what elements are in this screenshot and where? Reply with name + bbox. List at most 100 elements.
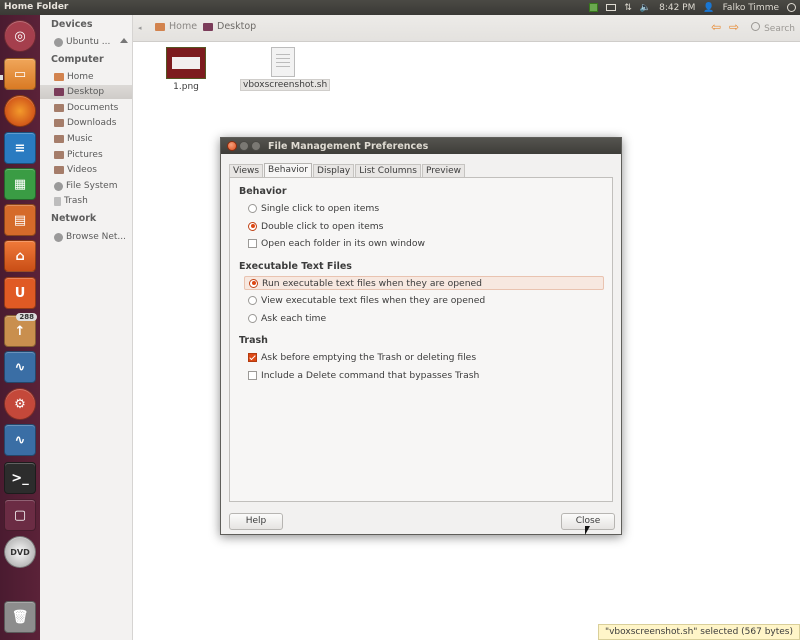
file-vboxscreenshot-sh[interactable]: vboxscreenshot.sh [240, 47, 331, 91]
update-notifier-icon[interactable] [589, 3, 599, 12]
minimize-window-icon[interactable] [239, 141, 249, 151]
mail-icon[interactable] [606, 4, 617, 11]
maximize-window-icon[interactable] [251, 141, 261, 151]
sidebar-item-label: Home [67, 72, 94, 82]
sidebar-item-videos[interactable]: Videos [54, 163, 132, 177]
run-executable-option[interactable]: Run executable text files when they are … [244, 276, 604, 290]
double-click-option[interactable]: Double click to open items [248, 219, 383, 233]
network-icon[interactable]: ⇅ [624, 3, 632, 13]
dialog-titlebar[interactable]: File Management Preferences [221, 138, 621, 154]
option-label: Run executable text files when they are … [262, 277, 483, 289]
checkbox[interactable] [248, 370, 257, 380]
user-name[interactable]: Falko Timme [723, 3, 779, 13]
libreoffice-writer-icon[interactable]: ≡ [4, 132, 36, 164]
behavior-panel: Behavior Single click to open items Doub… [229, 177, 613, 502]
system-monitor-icon[interactable]: ∿ [4, 351, 36, 383]
drive-icon [54, 37, 63, 47]
executable-heading: Executable Text Files [239, 261, 352, 272]
system-monitor-2-icon[interactable]: ∿ [4, 424, 36, 456]
devices-heading: Devices [51, 19, 93, 30]
sidebar-item-browse-network[interactable]: Browse Net... [54, 230, 132, 244]
sidebar-item-label: Videos [67, 165, 97, 175]
option-label: Open each folder in its own window [261, 237, 426, 249]
back-arrow-icon[interactable]: ⇦ [711, 20, 721, 34]
pictures-folder-icon [54, 151, 64, 159]
network-heading: Network [51, 213, 97, 224]
location-bar: ◂ Home Desktop ⇦ ⇨ Search [133, 15, 800, 42]
downloads-folder-icon [54, 119, 64, 127]
search-button[interactable]: Search [751, 22, 795, 34]
checkbox[interactable] [248, 238, 257, 248]
ask-before-emptying-option[interactable]: Ask before emptying the Trash or deletin… [248, 350, 476, 364]
dash-home-icon[interactable]: ◎ [4, 20, 36, 52]
sidebar-item-documents[interactable]: Documents [54, 101, 132, 115]
tab-list-columns[interactable]: List Columns [355, 164, 421, 178]
terminal-icon[interactable]: >_ [4, 462, 36, 494]
software-center-icon[interactable]: ⌂ [4, 240, 36, 272]
launcher: ◎ ▭ ≡ ▦ ▤ ⌂ U 288 ↑ ∿ ⚙ ∿ >_ ▢ DVD 🗑 [0, 15, 40, 640]
sidebar-item-desktop[interactable]: Desktop [40, 85, 132, 99]
radio-button[interactable] [248, 313, 257, 323]
trash-icon[interactable]: 🗑 [4, 601, 36, 633]
system-settings-icon[interactable]: ⚙ [4, 388, 36, 420]
sidebar-toggle-icon[interactable]: ◂ [138, 24, 142, 32]
sidebar-item-label: Ubuntu ... [66, 37, 111, 47]
clock[interactable]: 8:42 PM [659, 3, 695, 13]
trash-small-icon [54, 196, 61, 206]
file-name: vboxscreenshot.sh [240, 79, 331, 91]
behavior-heading: Behavior [239, 186, 287, 197]
documents-folder-icon [54, 104, 64, 112]
sidebar-item-downloads[interactable]: Downloads [54, 116, 132, 130]
radio-button-selected[interactable] [249, 278, 258, 288]
libreoffice-impress-icon[interactable]: ▤ [4, 204, 36, 236]
breadcrumb-home[interactable]: Home [155, 21, 197, 32]
sidebar-item-pictures[interactable]: Pictures [54, 148, 132, 162]
tab-preview[interactable]: Preview [421, 164, 465, 178]
update-manager-icon[interactable]: 288 ↑ [4, 313, 37, 347]
option-label: Double click to open items [261, 220, 384, 232]
libreoffice-calc-icon[interactable]: ▦ [4, 168, 36, 200]
view-executable-option[interactable]: View executable text files when they are… [248, 293, 485, 307]
tab-views[interactable]: Views [229, 164, 264, 178]
sidebar-item-trash[interactable]: Trash [54, 194, 132, 208]
home-folder-icon [155, 22, 165, 31]
ask-each-time-option[interactable]: Ask each time [248, 311, 326, 325]
volume-icon[interactable]: 🔈 [640, 3, 651, 13]
eject-icon[interactable] [120, 38, 128, 43]
tab-display[interactable]: Display [313, 164, 355, 178]
sidebar-item-ubuntu[interactable]: Ubuntu ... [54, 35, 132, 49]
dvd-icon[interactable]: DVD [4, 536, 36, 568]
videos-folder-icon [54, 166, 64, 174]
close-window-icon[interactable] [227, 141, 237, 151]
ubuntu-one-icon[interactable]: U [4, 277, 36, 309]
sidebar-item-label: Music [67, 134, 93, 144]
breadcrumb-label: Home [169, 21, 198, 32]
power-icon[interactable] [787, 3, 796, 12]
option-label: Include a Delete command that bypasses T… [261, 369, 480, 381]
sidebar-item-home[interactable]: Home [54, 70, 132, 84]
desktop-folder-icon [203, 22, 213, 31]
search-label: Search [764, 24, 795, 34]
forward-arrow-icon[interactable]: ⇨ [729, 20, 739, 34]
files-icon[interactable]: ▭ [4, 58, 36, 90]
own-window-option[interactable]: Open each folder in its own window [248, 236, 425, 250]
file-1-png[interactable]: 1.png [164, 47, 208, 92]
tab-behavior[interactable]: Behavior [264, 163, 313, 178]
sidebar-item-music[interactable]: Music [54, 132, 132, 146]
delete-command-option[interactable]: Include a Delete command that bypasses T… [248, 368, 479, 382]
workspace-switcher-icon[interactable]: ▢ [4, 499, 36, 531]
home-folder-icon [54, 73, 64, 81]
firefox-icon[interactable] [4, 95, 36, 127]
help-button[interactable]: Help [229, 513, 283, 530]
sidebar-item-label: File System [66, 181, 118, 191]
status-bar: "vboxscreenshot.sh" selected (567 bytes) [597, 624, 800, 640]
breadcrumb-desktop[interactable]: Desktop [203, 21, 256, 32]
radio-button[interactable] [248, 295, 257, 305]
checkbox-checked[interactable] [248, 352, 257, 362]
radio-button-selected[interactable] [248, 221, 257, 231]
user-icon: 👤 [703, 2, 715, 13]
sidebar-item-file-system[interactable]: File System [54, 179, 132, 193]
single-click-option[interactable]: Single click to open items [248, 201, 379, 215]
music-folder-icon [54, 135, 64, 143]
radio-button[interactable] [248, 203, 257, 213]
